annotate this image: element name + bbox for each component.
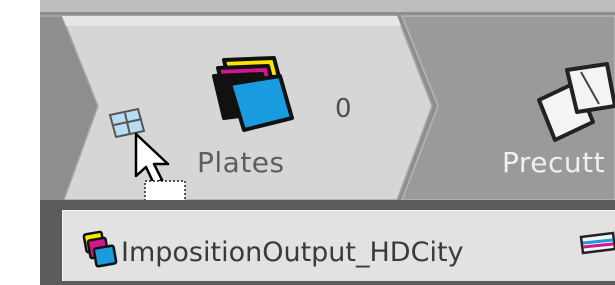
output-name: ImpositionOutput_HDCity bbox=[121, 237, 464, 268]
plates-icon bbox=[212, 56, 294, 132]
app-window: 0 Plates Precutt ImpositionOutput_HDCity bbox=[40, 0, 615, 285]
step-precut-label[interactable]: Precutt bbox=[502, 146, 605, 179]
output-list-item[interactable]: ImpositionOutput_HDCity bbox=[62, 210, 615, 281]
plates-count: 0 bbox=[335, 94, 352, 124]
drag-placeholder-icon bbox=[144, 180, 186, 202]
step-plates-label[interactable]: Plates bbox=[197, 146, 285, 179]
step-plates-highlight bbox=[62, 16, 401, 26]
output-preview-icon bbox=[579, 231, 615, 255]
precut-icon bbox=[537, 62, 615, 142]
cmyk-plates-icon bbox=[82, 230, 118, 268]
